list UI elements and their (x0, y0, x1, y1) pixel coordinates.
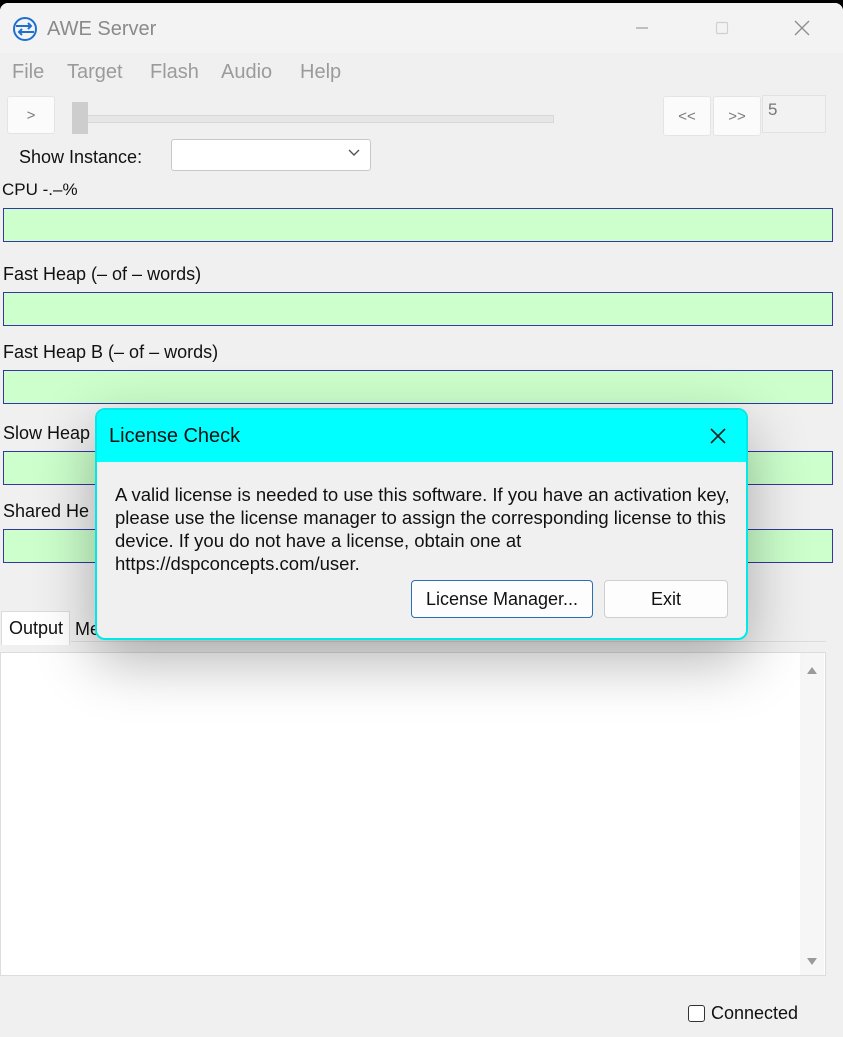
exit-button[interactable]: Exit (604, 580, 728, 618)
close-button[interactable] (772, 3, 832, 53)
menu-audio[interactable]: Audio (221, 61, 272, 84)
fast-heap-b-meter (3, 370, 833, 404)
maximize-icon (715, 21, 729, 35)
window-title: AWE Server (47, 18, 157, 40)
fast-heap-meter (3, 292, 833, 326)
awe-logo-icon (13, 17, 37, 41)
output-text-area[interactable] (0, 652, 826, 976)
awe-server-window: AWE Server File Target Flash Audio Help … (0, 3, 843, 1037)
menu-help[interactable]: Help (300, 61, 341, 84)
output-scrollbar[interactable] (800, 653, 824, 975)
fast-heap-b-label: Fast Heap B (– of – words) (3, 342, 219, 362)
shared-heap-label: Shared He (3, 501, 90, 521)
next-button[interactable]: >> (713, 96, 761, 136)
fast-heap-label: Fast Heap (– of – words) (3, 264, 202, 284)
menu-file[interactable]: File (12, 61, 44, 84)
license-check-dialog: License Check A valid license is needed … (95, 408, 748, 640)
cpu-label: CPU -.–% (2, 180, 78, 199)
menu-target[interactable]: Target (67, 61, 123, 84)
dialog-close-icon[interactable] (708, 426, 728, 446)
position-slider-track[interactable] (72, 115, 554, 123)
maximize-button[interactable] (692, 3, 752, 53)
dialog-title-bar: License Check (97, 410, 746, 462)
tab-output[interactable]: Output (1, 611, 70, 645)
cpu-meter (3, 208, 833, 242)
show-instance-label: Show Instance: (19, 147, 143, 167)
license-manager-button[interactable]: License Manager... (411, 580, 593, 618)
menu-flash[interactable]: Flash (150, 61, 199, 84)
play-button[interactable]: > (7, 96, 55, 134)
show-instance-dropdown[interactable] (171, 139, 371, 171)
minimize-button[interactable] (612, 3, 672, 53)
previous-button[interactable]: << (663, 96, 711, 136)
slow-heap-label: Slow Heap (3, 423, 91, 443)
scroll-up-icon[interactable] (805, 665, 819, 675)
title-bar: AWE Server (0, 3, 843, 53)
step-count-field[interactable]: 5 (762, 95, 826, 133)
connected-checkbox[interactable] (688, 1005, 705, 1022)
scroll-down-icon[interactable] (805, 957, 819, 967)
position-slider-thumb[interactable] (72, 102, 88, 134)
chevron-down-icon (348, 149, 360, 156)
close-icon (794, 20, 810, 36)
dialog-title: License Check (109, 425, 241, 447)
connected-label: Connected (711, 1003, 799, 1023)
dialog-message: A valid license is needed to use this so… (115, 484, 730, 574)
connected-checkbox-group[interactable]: Connected (688, 1003, 798, 1024)
minimize-icon (636, 27, 648, 29)
menu-bar: File Target Flash Audio Help (0, 53, 843, 91)
tab-strip-divider (71, 641, 826, 642)
